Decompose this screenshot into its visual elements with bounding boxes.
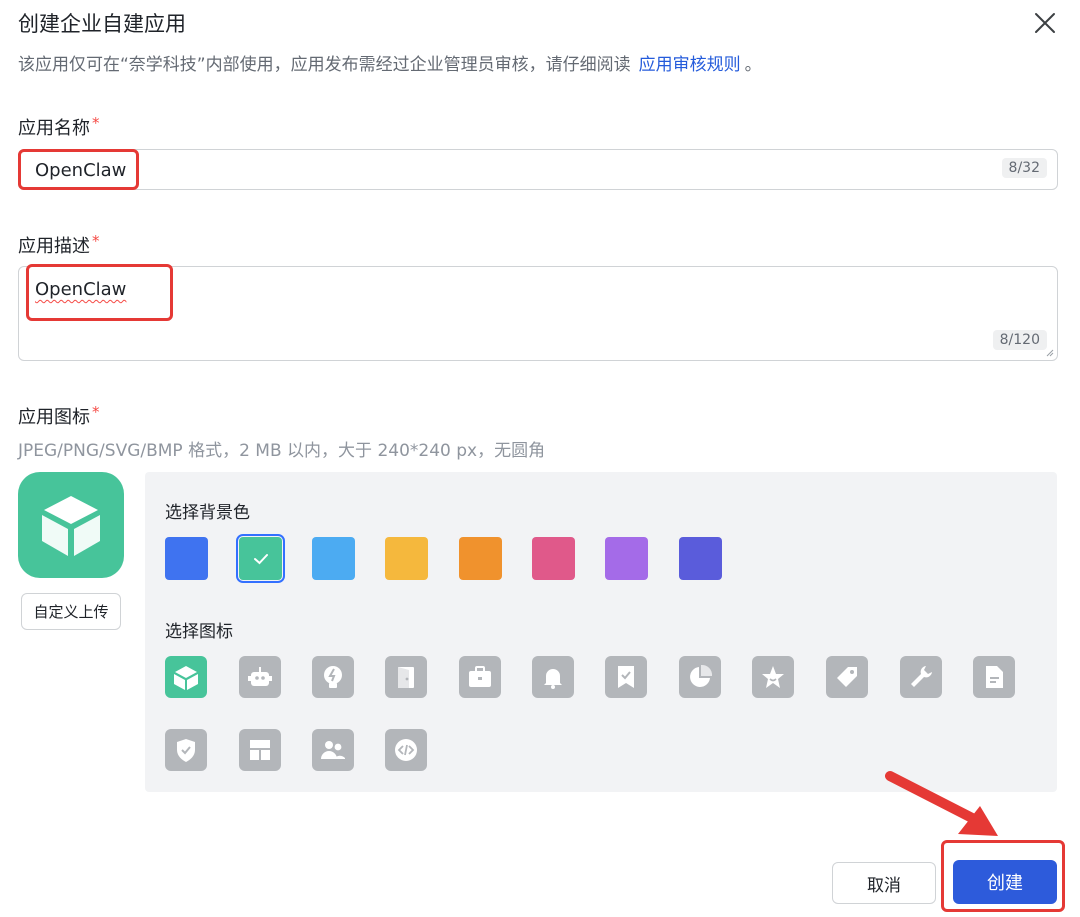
icon-option-bookmark[interactable] bbox=[605, 656, 647, 698]
subtitle-end: 。 bbox=[744, 55, 762, 75]
bg-color-swatch[interactable] bbox=[165, 537, 208, 580]
icon-option-wrench[interactable] bbox=[900, 656, 942, 698]
icon-option-code[interactable] bbox=[385, 729, 427, 771]
bg-color-swatch[interactable] bbox=[605, 537, 648, 580]
icon-option-tag[interactable] bbox=[826, 656, 868, 698]
icon-option-door[interactable] bbox=[385, 656, 427, 698]
shield-check-icon bbox=[177, 739, 195, 762]
bg-color-swatch[interactable] bbox=[459, 537, 502, 580]
robot-icon bbox=[248, 667, 272, 686]
bell-icon bbox=[544, 669, 562, 689]
layout-icon bbox=[250, 740, 270, 760]
dialog-title: 创建企业自建应用 bbox=[18, 12, 186, 36]
app-name-label: 应用名称 * bbox=[18, 114, 100, 140]
app-icon-label: 应用图标 * bbox=[18, 403, 100, 429]
app-name-input[interactable]: OpenClaw 8/32 bbox=[18, 149, 1058, 190]
required-mark: * bbox=[92, 114, 100, 132]
icon-option-briefcase[interactable] bbox=[459, 656, 501, 698]
app-description-label-text: 应用描述 bbox=[18, 236, 90, 257]
bg-color-swatch[interactable] bbox=[385, 537, 428, 580]
document-icon bbox=[986, 666, 1003, 688]
review-rules-link[interactable]: 应用审核规则 bbox=[639, 55, 741, 75]
star-icon bbox=[762, 666, 784, 688]
custom-upload-button[interactable]: 自定义上传 bbox=[21, 593, 121, 630]
icon-option-document[interactable] bbox=[973, 656, 1015, 698]
icon-option-bell[interactable] bbox=[532, 656, 574, 698]
bg-color-swatch[interactable] bbox=[532, 537, 575, 580]
app-description-textarea[interactable]: OpenClaw 8/120 bbox=[18, 266, 1058, 361]
icon-section-label: 选择图标 bbox=[165, 622, 233, 642]
icon-option-shield[interactable] bbox=[165, 729, 207, 771]
close-icon bbox=[1035, 13, 1055, 33]
code-icon bbox=[395, 739, 417, 761]
bg-color-section-label: 选择背景色 bbox=[165, 503, 250, 523]
close-button[interactable] bbox=[1030, 8, 1060, 38]
bg-color-swatch[interactable] bbox=[679, 537, 722, 580]
wrench-icon bbox=[911, 666, 932, 687]
bg-color-swatch[interactable] bbox=[236, 534, 285, 583]
icon-picker-panel: 选择背景色 选择图标 bbox=[145, 472, 1057, 792]
cube-icon bbox=[42, 496, 100, 556]
briefcase-icon bbox=[469, 666, 491, 687]
resize-grip-icon[interactable] bbox=[1046, 349, 1054, 357]
icon-format-hint: JPEG/PNG/SVG/BMP 格式，2 MB 以内，大于 240*240 p… bbox=[18, 441, 546, 461]
lightbulb-icon bbox=[324, 666, 342, 688]
create-button[interactable]: 创建 bbox=[953, 860, 1057, 904]
cancel-button[interactable]: 取消 bbox=[832, 862, 936, 904]
app-description-label: 应用描述 * bbox=[18, 232, 100, 258]
app-icon-label-text: 应用图标 bbox=[18, 407, 90, 428]
icon-option-robot[interactable] bbox=[239, 656, 281, 698]
app-description-value: OpenClaw bbox=[35, 279, 127, 300]
pie-chart-icon bbox=[690, 664, 713, 687]
bookmark-check-icon bbox=[618, 666, 634, 688]
icon-option-layout[interactable] bbox=[239, 729, 281, 771]
subtitle-text: 该应用仅可在“奈学科技”内部使用，应用发布需经过企业管理员审核，请仔细阅读 bbox=[18, 55, 631, 75]
icon-option-star[interactable] bbox=[752, 656, 794, 698]
door-icon bbox=[398, 667, 414, 688]
required-mark: * bbox=[92, 403, 100, 421]
icon-option-users[interactable] bbox=[312, 729, 354, 771]
cube-icon bbox=[174, 666, 198, 690]
icon-option-pie-chart[interactable] bbox=[679, 656, 721, 698]
bg-color-swatch[interactable] bbox=[312, 537, 355, 580]
required-mark: * bbox=[92, 232, 100, 250]
app-icon-preview bbox=[18, 472, 124, 578]
app-name-label-text: 应用名称 bbox=[18, 118, 90, 139]
app-description-char-counter: 8/120 bbox=[992, 330, 1047, 350]
app-name-char-counter: 8/32 bbox=[1001, 158, 1047, 178]
icon-option-cube[interactable] bbox=[165, 656, 207, 698]
users-icon bbox=[321, 741, 345, 759]
dialog-subtitle: 该应用仅可在“奈学科技”内部使用，应用发布需经过企业管理员审核，请仔细阅读 应用审… bbox=[18, 50, 762, 75]
icon-option-lightbulb[interactable] bbox=[312, 656, 354, 698]
tag-icon bbox=[837, 667, 857, 687]
check-icon bbox=[253, 553, 268, 564]
app-name-value: OpenClaw bbox=[35, 160, 127, 181]
